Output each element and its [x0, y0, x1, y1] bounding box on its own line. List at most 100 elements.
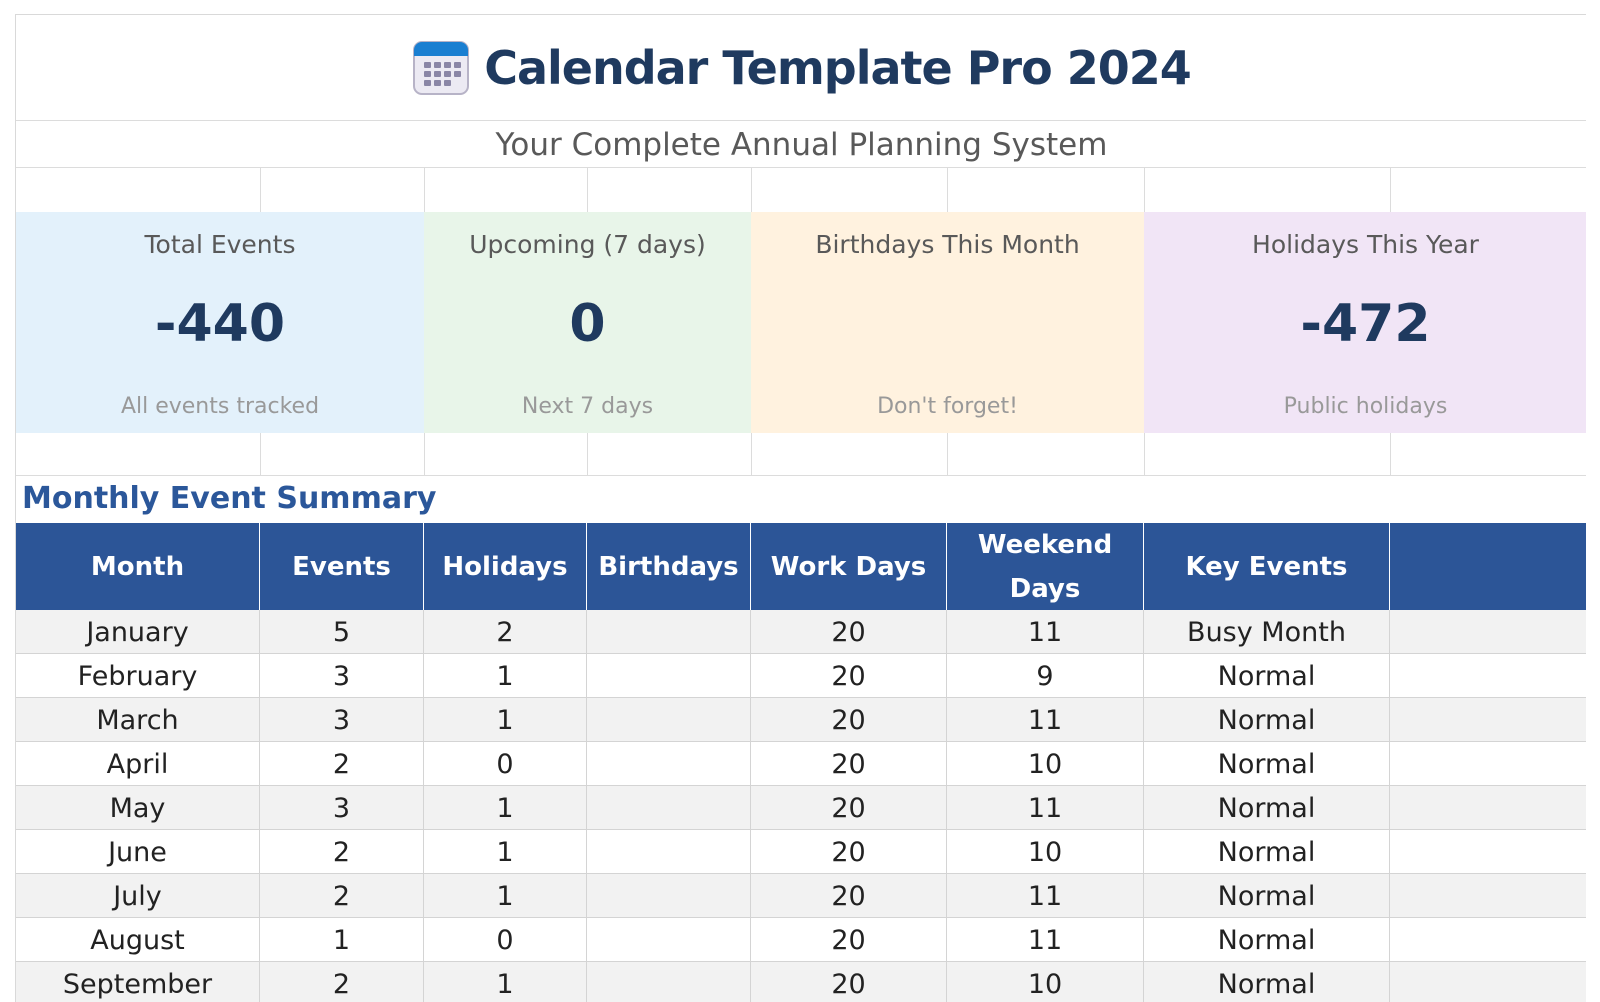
table-cell[interactable]	[587, 654, 751, 697]
table-row: April 2 0 20 10 Normal	[16, 742, 1586, 786]
table-cell[interactable]	[587, 610, 751, 653]
table-row: February 3 1 20 9 Normal	[16, 654, 1586, 698]
table-cell[interactable]: 1	[424, 786, 587, 829]
table-cell[interactable]	[1390, 610, 1586, 653]
stat-card-value: 0	[569, 294, 606, 354]
column-header: Work Days	[751, 523, 947, 610]
table-cell[interactable]: 2	[260, 830, 424, 873]
table-cell[interactable]: September	[16, 962, 260, 1002]
table-cell[interactable]: 1	[424, 962, 587, 1002]
table-cell[interactable]: 20	[751, 742, 947, 785]
table-row: June 2 1 20 10 Normal	[16, 830, 1586, 874]
table-cell[interactable]: 2	[260, 962, 424, 1002]
table-cell[interactable]	[1390, 654, 1586, 697]
table-cell[interactable]: 10	[947, 830, 1144, 873]
table-cell[interactable]: 5	[260, 610, 424, 653]
table-cell[interactable]	[1390, 742, 1586, 785]
table-cell[interactable]: 2	[424, 610, 587, 653]
stat-card-value: -440	[154, 294, 286, 354]
page-subtitle: Your Complete Annual Planning System	[495, 127, 1108, 163]
table-cell[interactable]: 11	[947, 918, 1144, 961]
table-cell[interactable]	[1390, 786, 1586, 829]
table-cell[interactable]: 1	[424, 654, 587, 697]
table-cell[interactable]: 11	[947, 698, 1144, 741]
table-cell[interactable]: 20	[751, 786, 947, 829]
table-cell[interactable]: 10	[947, 962, 1144, 1002]
table-cell[interactable]	[1390, 962, 1586, 1002]
table-cell[interactable]	[1390, 918, 1586, 961]
table-cell[interactable]: 20	[751, 962, 947, 1002]
table-cell[interactable]: Normal	[1144, 654, 1390, 697]
table-cell[interactable]: 11	[947, 786, 1144, 829]
stat-card-label: Holidays This Year	[1252, 230, 1479, 259]
stat-card-caption: Public holidays	[1283, 394, 1448, 419]
table-cell[interactable]	[587, 962, 751, 1002]
table-cell[interactable]: 10	[947, 742, 1144, 785]
table-cell[interactable]: June	[16, 830, 260, 873]
column-header: Month	[16, 523, 260, 610]
table-cell[interactable]: 3	[260, 698, 424, 741]
table-cell[interactable]: 11	[947, 610, 1144, 653]
stat-card-label: Total Events	[144, 230, 296, 259]
page-title: Calendar Template Pro 2024	[484, 41, 1192, 95]
table-cell[interactable]	[587, 786, 751, 829]
table-cell[interactable]: 0	[424, 918, 587, 961]
column-header	[1390, 523, 1586, 610]
table-cell[interactable]: July	[16, 874, 260, 917]
table-cell[interactable]: Normal	[1144, 830, 1390, 873]
table-cell[interactable]: 2	[260, 742, 424, 785]
table-cell[interactable]: Normal	[1144, 962, 1390, 1002]
table-cell[interactable]: 20	[751, 830, 947, 873]
table-cell[interactable]	[587, 698, 751, 741]
table-cell[interactable]	[587, 918, 751, 961]
table-cell[interactable]: Normal	[1144, 698, 1390, 741]
table-header: Month Events Holidays Birthdays Work Days Wee…	[16, 523, 1586, 610]
stat-card: Holidays This Year -472 Public holidays	[1144, 212, 1586, 433]
table-cell[interactable]: 1	[424, 830, 587, 873]
table-cell[interactable]: May	[16, 786, 260, 829]
stat-card-caption: Don't forget!	[877, 394, 1018, 419]
table-cell[interactable]	[1390, 874, 1586, 917]
table-cell[interactable]: 20	[751, 698, 947, 741]
table-cell[interactable]: 20	[751, 874, 947, 917]
table-cell[interactable]: 0	[424, 742, 587, 785]
column-header: Weekend Days	[947, 523, 1144, 610]
table-cell[interactable]: Busy Month	[1144, 610, 1390, 653]
table-cell[interactable]: Normal	[1144, 742, 1390, 785]
column-header: Key Events	[1144, 523, 1390, 610]
table-cell[interactable]: Normal	[1144, 874, 1390, 917]
table-cell[interactable]: 11	[947, 874, 1144, 917]
stat-card: Upcoming (7 days) 0 Next 7 days	[424, 212, 751, 433]
column-header: Birthdays	[587, 523, 751, 610]
table-cell[interactable]: 1	[424, 698, 587, 741]
table-cell[interactable]: August	[16, 918, 260, 961]
table-cell[interactable]: February	[16, 654, 260, 697]
section-title: Monthly Event Summary	[22, 481, 437, 516]
title-row: Calendar Template Pro 2024	[16, 15, 1586, 121]
table-cell[interactable]	[1390, 698, 1586, 741]
table-cell[interactable]: April	[16, 742, 260, 785]
table-cell[interactable]	[587, 742, 751, 785]
table-cell[interactable]: 3	[260, 654, 424, 697]
table-cell[interactable]: 2	[260, 874, 424, 917]
stat-card-caption: All events tracked	[120, 394, 320, 419]
table-cell[interactable]: March	[16, 698, 260, 741]
column-header: Holidays	[424, 523, 587, 610]
table-row: August 1 0 20 11 Normal	[16, 918, 1586, 962]
table-cell[interactable]: 20	[751, 918, 947, 961]
table-cell[interactable]: 3	[260, 786, 424, 829]
table-cell[interactable]: 1	[424, 874, 587, 917]
table-cell[interactable]: 20	[751, 610, 947, 653]
table-cell[interactable]: 1	[260, 918, 424, 961]
stat-card-caption: Next 7 days	[521, 394, 654, 419]
table-cell[interactable]: January	[16, 610, 260, 653]
table-cell[interactable]: Normal	[1144, 786, 1390, 829]
table-cell[interactable]: 20	[751, 654, 947, 697]
table-cell[interactable]	[587, 874, 751, 917]
table-cell[interactable]: Normal	[1144, 918, 1390, 961]
table-cell[interactable]: 9	[947, 654, 1144, 697]
stat-card-label: Birthdays This Month	[815, 230, 1080, 259]
table-cell[interactable]	[587, 830, 751, 873]
stat-card-label: Upcoming (7 days)	[469, 230, 706, 259]
table-cell[interactable]	[1390, 830, 1586, 873]
